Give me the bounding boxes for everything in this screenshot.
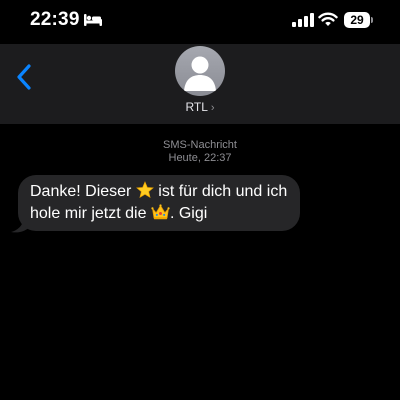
bed-icon — [84, 14, 102, 26]
person-avatar-icon — [184, 56, 216, 91]
battery-level: 29 — [344, 12, 370, 28]
battery-icon: 29 — [344, 12, 374, 28]
back-chevron-icon[interactable] — [14, 62, 36, 92]
message-text-part: . Gigi — [169, 205, 208, 222]
crown-emoji-icon — [151, 204, 170, 220]
contact-chevron-icon: › — [210, 102, 215, 114]
message-bubble[interactable]: Danke! Dieser ist für dich und ich hole … — [18, 175, 300, 231]
battery-nub — [371, 17, 373, 23]
contact-name: RTL — [185, 100, 208, 114]
star-emoji-icon — [135, 181, 154, 198]
signal-icon — [292, 13, 314, 27]
status-bar: 22:39 29 — [0, 0, 400, 44]
status-time: 22:39 — [30, 9, 80, 30]
message-meta: SMS-Nachricht Heute, 22:37 — [0, 139, 400, 165]
conversation-header: RTL › — [0, 44, 400, 124]
wifi-icon — [318, 12, 338, 26]
message-type-label: SMS-Nachricht — [163, 139, 237, 151]
contact-name-row[interactable]: RTL › — [0, 100, 400, 114]
message-timestamp: Heute, 22:37 — [168, 152, 232, 164]
contact-avatar[interactable] — [175, 46, 225, 96]
message-text-part: Danke! Dieser — [30, 183, 136, 200]
